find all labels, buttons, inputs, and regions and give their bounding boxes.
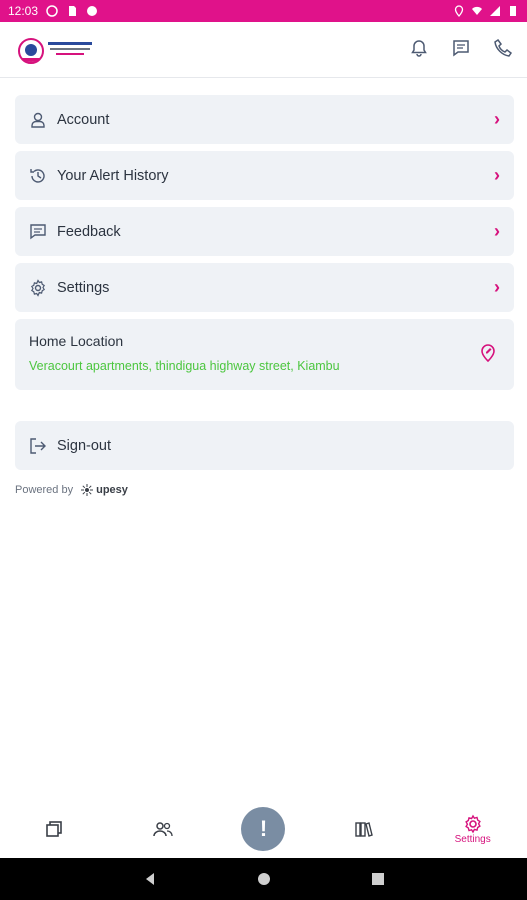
nav-item-library[interactable] bbox=[334, 819, 394, 839]
status-bar: 12:03 bbox=[0, 0, 527, 22]
home-location-address: Veracourt apartments, thindigua highway … bbox=[29, 359, 340, 373]
menu-item-alert-history[interactable]: Your Alert History › bbox=[15, 151, 514, 200]
edit-location-icon[interactable] bbox=[478, 343, 498, 363]
menu-item-label: Account bbox=[57, 111, 110, 128]
menu-item-account[interactable]: Account › bbox=[15, 95, 514, 144]
notifications-bell-icon[interactable] bbox=[409, 38, 429, 58]
nav-item-settings[interactable]: Settings bbox=[443, 814, 503, 845]
library-icon bbox=[355, 822, 373, 837]
brand-logo: upesy bbox=[81, 484, 128, 496]
menu-item-feedback[interactable]: Feedback › bbox=[15, 207, 514, 256]
back-icon[interactable] bbox=[143, 872, 157, 886]
menu-item-label: Settings bbox=[57, 279, 110, 296]
brand-name: upesy bbox=[96, 484, 128, 496]
recents-icon[interactable] bbox=[371, 872, 385, 886]
nav-item-copies[interactable] bbox=[24, 819, 84, 839]
alert-button[interactable]: ! bbox=[241, 807, 286, 851]
sd-card-icon bbox=[69, 6, 77, 16]
home-location-title: Home Location bbox=[29, 333, 124, 349]
top-app-bar bbox=[0, 22, 527, 78]
powered-by-label: Powered by bbox=[15, 484, 74, 496]
chevron-right-icon: › bbox=[494, 109, 500, 129]
logout-icon bbox=[30, 437, 46, 454]
chevron-right-icon: › bbox=[494, 221, 500, 241]
brand-mark-icon bbox=[81, 484, 94, 496]
signout-label: Sign-out bbox=[57, 437, 112, 454]
bottom-navigation: ! Settings bbox=[0, 800, 527, 858]
home-location-card[interactable]: Home Location Veracourt apartments, thin… bbox=[15, 319, 514, 390]
chevron-right-icon: › bbox=[494, 165, 500, 185]
feedback-icon bbox=[30, 223, 46, 239]
home-icon[interactable] bbox=[257, 872, 271, 886]
nav-item-settings-label: Settings bbox=[454, 833, 491, 845]
user-icon bbox=[31, 112, 45, 128]
powered-by: Powered by upesy bbox=[15, 484, 514, 496]
layers-icon bbox=[46, 821, 63, 837]
notification-icon bbox=[46, 5, 58, 17]
gear-icon bbox=[464, 814, 481, 833]
app-icon bbox=[87, 6, 98, 16]
wifi-icon bbox=[472, 6, 482, 15]
signal-icon bbox=[490, 6, 500, 16]
menu-item-settings[interactable]: Settings › bbox=[15, 263, 514, 312]
organization-logo bbox=[18, 38, 92, 64]
nav-item-contacts[interactable] bbox=[133, 819, 193, 839]
battery-icon bbox=[510, 6, 516, 16]
location-pin-icon bbox=[454, 5, 464, 17]
signout-button[interactable]: Sign-out bbox=[15, 421, 514, 470]
system-navigation-bar bbox=[0, 858, 527, 900]
people-icon bbox=[153, 822, 173, 837]
gear-icon bbox=[30, 278, 46, 297]
history-icon bbox=[30, 168, 45, 183]
menu-item-label: Your Alert History bbox=[57, 167, 169, 184]
status-time: 12:03 bbox=[8, 4, 39, 18]
phone-icon[interactable] bbox=[493, 38, 513, 58]
settings-menu: Account › Your Alert History › Feedback … bbox=[15, 95, 514, 496]
exclamation-icon: ! bbox=[259, 816, 268, 841]
messages-icon[interactable] bbox=[451, 38, 471, 58]
menu-item-label: Feedback bbox=[57, 223, 121, 240]
chevron-right-icon: › bbox=[494, 277, 500, 297]
